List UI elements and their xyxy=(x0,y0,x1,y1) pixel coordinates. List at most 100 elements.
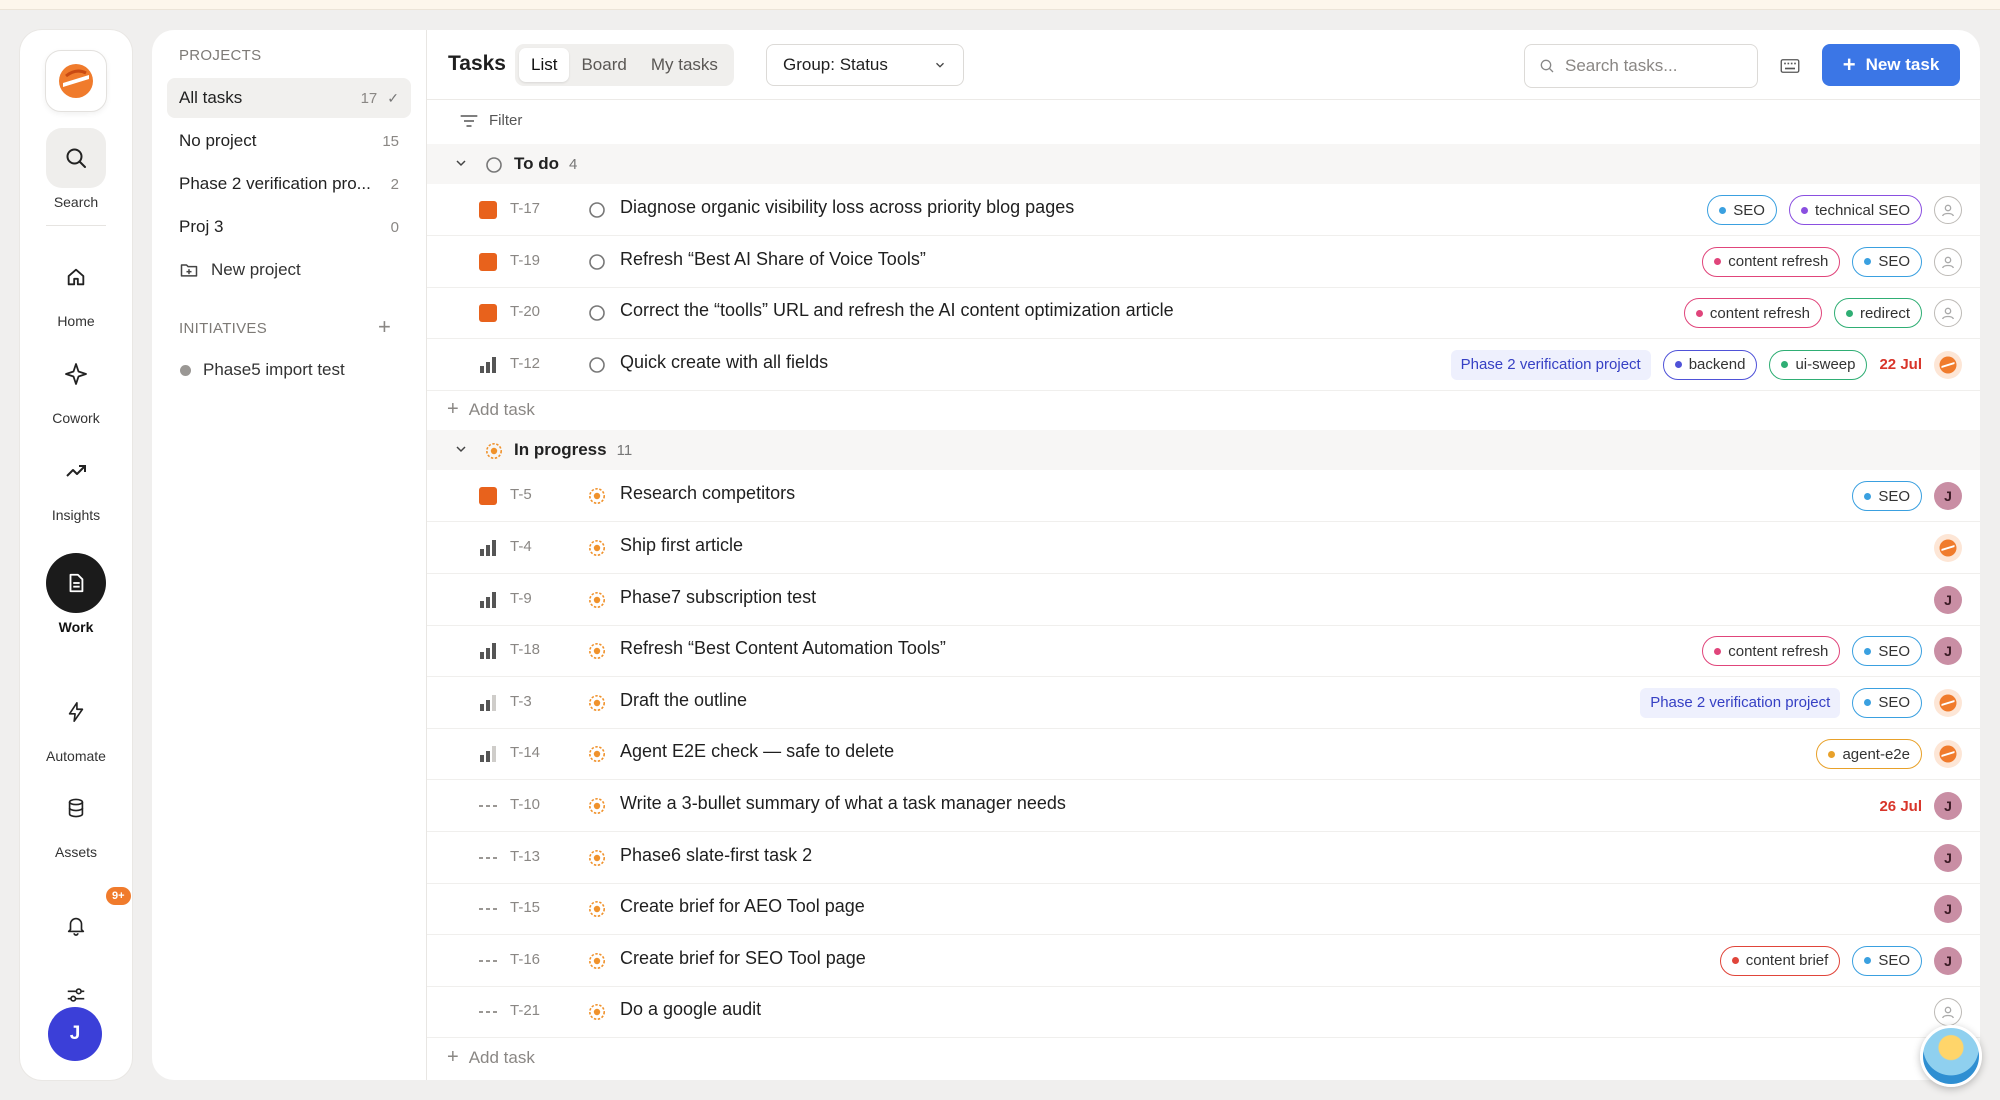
in-progress-status-icon[interactable] xyxy=(588,797,606,815)
project-item-all-tasks[interactable]: All tasks 17 ✓ xyxy=(167,78,411,118)
task-row[interactable]: T-19 Refresh “Best AI Share of Voice Tool… xyxy=(427,236,1980,288)
task-title[interactable]: Create brief for SEO Tool page xyxy=(620,948,866,969)
beach-avatar-fab[interactable] xyxy=(1920,1025,1982,1087)
priority-urgent-icon[interactable] xyxy=(479,487,497,506)
due-date[interactable]: 26 Jul xyxy=(1879,798,1922,815)
task-title[interactable]: Phase7 subscription test xyxy=(620,587,816,608)
assignee-avatar[interactable]: J xyxy=(1934,792,1962,820)
in-progress-status-icon[interactable] xyxy=(588,694,606,712)
tag-chip[interactable]: technical SEO xyxy=(1788,195,1922,225)
add-initiative-plus-icon[interactable]: + xyxy=(378,314,391,340)
priority-high-icon[interactable] xyxy=(479,539,497,557)
rail-insights[interactable]: Insights xyxy=(20,441,132,523)
due-date[interactable]: 22 Jul xyxy=(1879,356,1922,373)
task-title[interactable]: Refresh “Best Content Automation Tools” xyxy=(620,638,946,659)
rail-notifications[interactable]: 9+ xyxy=(20,887,132,955)
assignee-avatar[interactable]: J xyxy=(1934,482,1962,511)
task-row[interactable]: T-4 Ship first article xyxy=(427,522,1980,574)
in-progress-status-icon[interactable] xyxy=(588,900,606,918)
new-task-button[interactable]: + New task xyxy=(1822,44,1960,86)
priority-urgent-icon[interactable] xyxy=(479,252,497,271)
priority-high-icon[interactable] xyxy=(479,642,497,660)
add-task-button[interactable]: + Add task xyxy=(447,398,535,421)
tag-chip[interactable]: agent-e2e xyxy=(1816,739,1922,770)
in-progress-status-icon[interactable] xyxy=(588,539,606,557)
priority-urgent-icon[interactable] xyxy=(479,201,497,219)
rail-automate[interactable]: Automate xyxy=(20,682,132,764)
priority-medium-icon[interactable] xyxy=(479,694,497,712)
todo-status-icon[interactable] xyxy=(588,304,606,322)
in-progress-status-icon[interactable] xyxy=(588,642,606,660)
task-title[interactable]: Research competitors xyxy=(620,483,795,504)
app-logo[interactable] xyxy=(45,50,107,112)
agent-avatar-icon[interactable] xyxy=(1934,350,1962,379)
todo-status-icon[interactable] xyxy=(588,201,606,219)
project-item-proj-3[interactable]: Proj 3 0 xyxy=(167,207,411,247)
tag-chip[interactable]: backend xyxy=(1662,349,1758,380)
tag-chip[interactable]: SEO xyxy=(1707,195,1777,225)
chevron-down-icon[interactable] xyxy=(453,155,469,176)
rail-home[interactable]: Home xyxy=(20,247,132,329)
unassigned-avatar-icon[interactable] xyxy=(1934,299,1962,328)
in-progress-status-icon[interactable] xyxy=(588,952,606,970)
task-row[interactable]: T-9 Phase7 subscription test J xyxy=(427,574,1980,626)
rail-assets[interactable]: Assets xyxy=(20,778,132,860)
user-avatar[interactable]: J xyxy=(48,1007,102,1061)
task-row[interactable]: T-18 Refresh “Best Content Automation Too… xyxy=(427,625,1980,678)
project-item-phase-2[interactable]: Phase 2 verification pro... 2 xyxy=(167,164,411,204)
tab-my-tasks[interactable]: My tasks xyxy=(639,48,730,82)
task-row[interactable]: T-15 Create brief for AEO Tool page J xyxy=(427,883,1980,936)
project-chip[interactable]: Phase 2 verification project xyxy=(1450,349,1651,380)
task-title[interactable]: Phase6 slate-first task 2 xyxy=(620,845,812,866)
task-row[interactable]: T-10 Write a 3-bullet summary of what a t… xyxy=(427,780,1980,832)
priority-medium-icon[interactable] xyxy=(479,745,497,763)
project-item-no-project[interactable]: No project 15 xyxy=(167,121,411,161)
in-progress-status-icon[interactable] xyxy=(588,745,606,763)
tag-chip[interactable]: content refresh xyxy=(1702,246,1841,277)
unassigned-avatar-icon[interactable] xyxy=(1934,247,1962,276)
task-row[interactable]: T-12 Quick create with all fields Phase 2 … xyxy=(427,339,1980,391)
task-title[interactable]: Create brief for AEO Tool page xyxy=(620,896,865,917)
assignee-avatar[interactable]: J xyxy=(1934,637,1962,666)
agent-avatar-icon[interactable] xyxy=(1934,534,1962,562)
tag-chip[interactable]: SEO xyxy=(1852,481,1922,512)
rail-work[interactable]: Work xyxy=(20,553,132,635)
task-row[interactable]: T-3 Draft the outline Phase 2 verification… xyxy=(427,677,1980,729)
task-title[interactable]: Do a google audit xyxy=(620,999,761,1020)
tag-chip[interactable]: SEO xyxy=(1852,636,1922,667)
group-header-in-progress[interactable]: In progress 11 xyxy=(427,430,1980,471)
priority-none-icon[interactable] xyxy=(479,952,497,970)
rail-search[interactable]: Search xyxy=(20,128,132,210)
tag-chip[interactable]: SEO xyxy=(1852,945,1922,976)
task-title[interactable]: Refresh “Best AI Share of Voice Tools” xyxy=(620,249,926,270)
task-row[interactable]: T-13 Phase6 slate-first task 2 J xyxy=(427,832,1980,884)
tab-list[interactable]: List xyxy=(519,48,570,82)
task-row[interactable]: T-17 Diagnose organic visibility loss acr… xyxy=(427,184,1980,236)
tab-board[interactable]: Board xyxy=(569,48,638,82)
task-title[interactable]: Correct the “toolls” URL and refresh the… xyxy=(620,300,1174,321)
assignee-avatar[interactable]: J xyxy=(1934,895,1962,924)
priority-high-icon[interactable] xyxy=(479,591,497,609)
assignee-avatar[interactable]: J xyxy=(1934,585,1962,614)
initiative-item[interactable]: Phase5 import test xyxy=(180,360,345,380)
task-row[interactable]: T-21 Do a google audit xyxy=(427,986,1980,1039)
todo-status-icon[interactable] xyxy=(588,253,606,271)
task-title[interactable]: Agent E2E check — safe to delete xyxy=(620,741,894,762)
project-chip[interactable]: Phase 2 verification project xyxy=(1640,687,1841,718)
add-task-button[interactable]: + Add task xyxy=(447,1046,535,1069)
tag-chip[interactable]: SEO xyxy=(1852,687,1922,718)
in-progress-status-icon[interactable] xyxy=(588,849,606,867)
tag-chip[interactable]: content refresh xyxy=(1702,636,1841,667)
todo-status-icon[interactable] xyxy=(588,356,606,374)
keyboard-icon[interactable] xyxy=(1778,54,1802,78)
tag-chip[interactable]: content brief xyxy=(1719,945,1841,976)
priority-high-icon[interactable] xyxy=(479,356,497,374)
chevron-down-icon[interactable] xyxy=(453,441,469,462)
task-title[interactable]: Quick create with all fields xyxy=(620,352,828,373)
search-input[interactable]: Search tasks... xyxy=(1524,44,1758,88)
tag-chip[interactable]: ui-sweep xyxy=(1769,349,1868,380)
in-progress-status-icon[interactable] xyxy=(588,1003,606,1021)
in-progress-status-icon[interactable] xyxy=(588,591,606,609)
filter-button[interactable]: Filter xyxy=(459,112,522,129)
task-row[interactable]: T-20 Correct the “toolls” URL and refresh… xyxy=(427,287,1980,340)
